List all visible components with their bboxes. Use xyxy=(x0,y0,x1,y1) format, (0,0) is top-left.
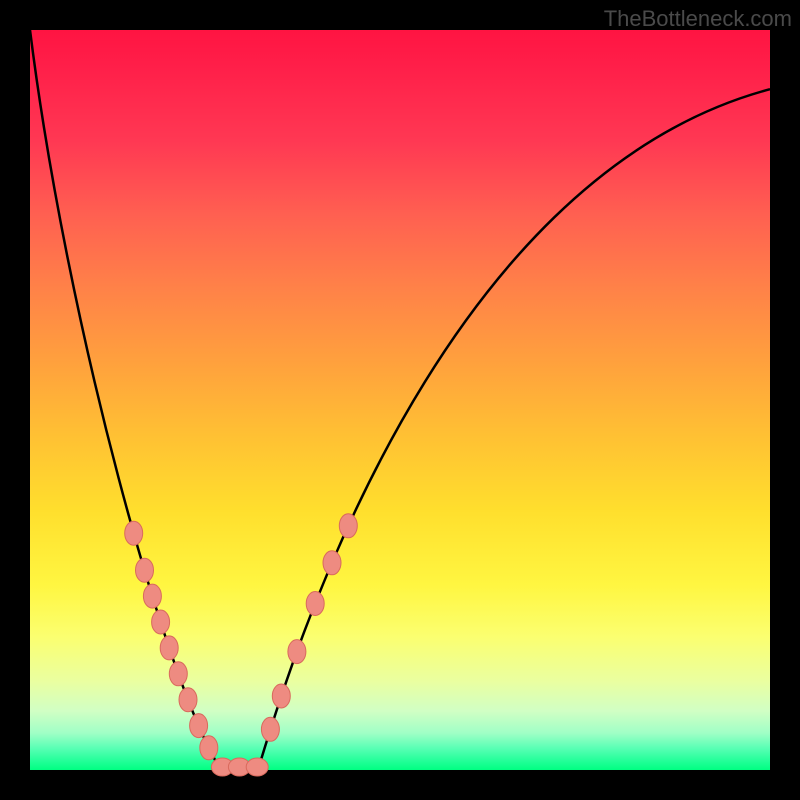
bead-bottom-2 xyxy=(246,758,268,776)
bead-right-4 xyxy=(272,684,290,708)
bead-right-3 xyxy=(288,640,306,664)
bead-left-0 xyxy=(125,521,143,545)
plot-area xyxy=(30,30,770,770)
bead-right-2 xyxy=(306,592,324,616)
bead-right-5 xyxy=(261,717,279,741)
chart-frame: TheBottleneck.com xyxy=(0,0,800,800)
bead-right-0 xyxy=(339,514,357,538)
bead-left-1 xyxy=(136,558,154,582)
watermark-text: TheBottleneck.com xyxy=(604,6,792,32)
bead-left-5 xyxy=(169,662,187,686)
bead-left-4 xyxy=(160,636,178,660)
curve-layer xyxy=(30,30,770,770)
bead-right-1 xyxy=(323,551,341,575)
bead-left-7 xyxy=(190,714,208,738)
bottleneck-curve xyxy=(30,30,770,770)
bead-left-3 xyxy=(152,610,170,634)
bead-left-8 xyxy=(200,736,218,760)
bead-left-6 xyxy=(179,688,197,712)
bead-left-2 xyxy=(143,584,161,608)
